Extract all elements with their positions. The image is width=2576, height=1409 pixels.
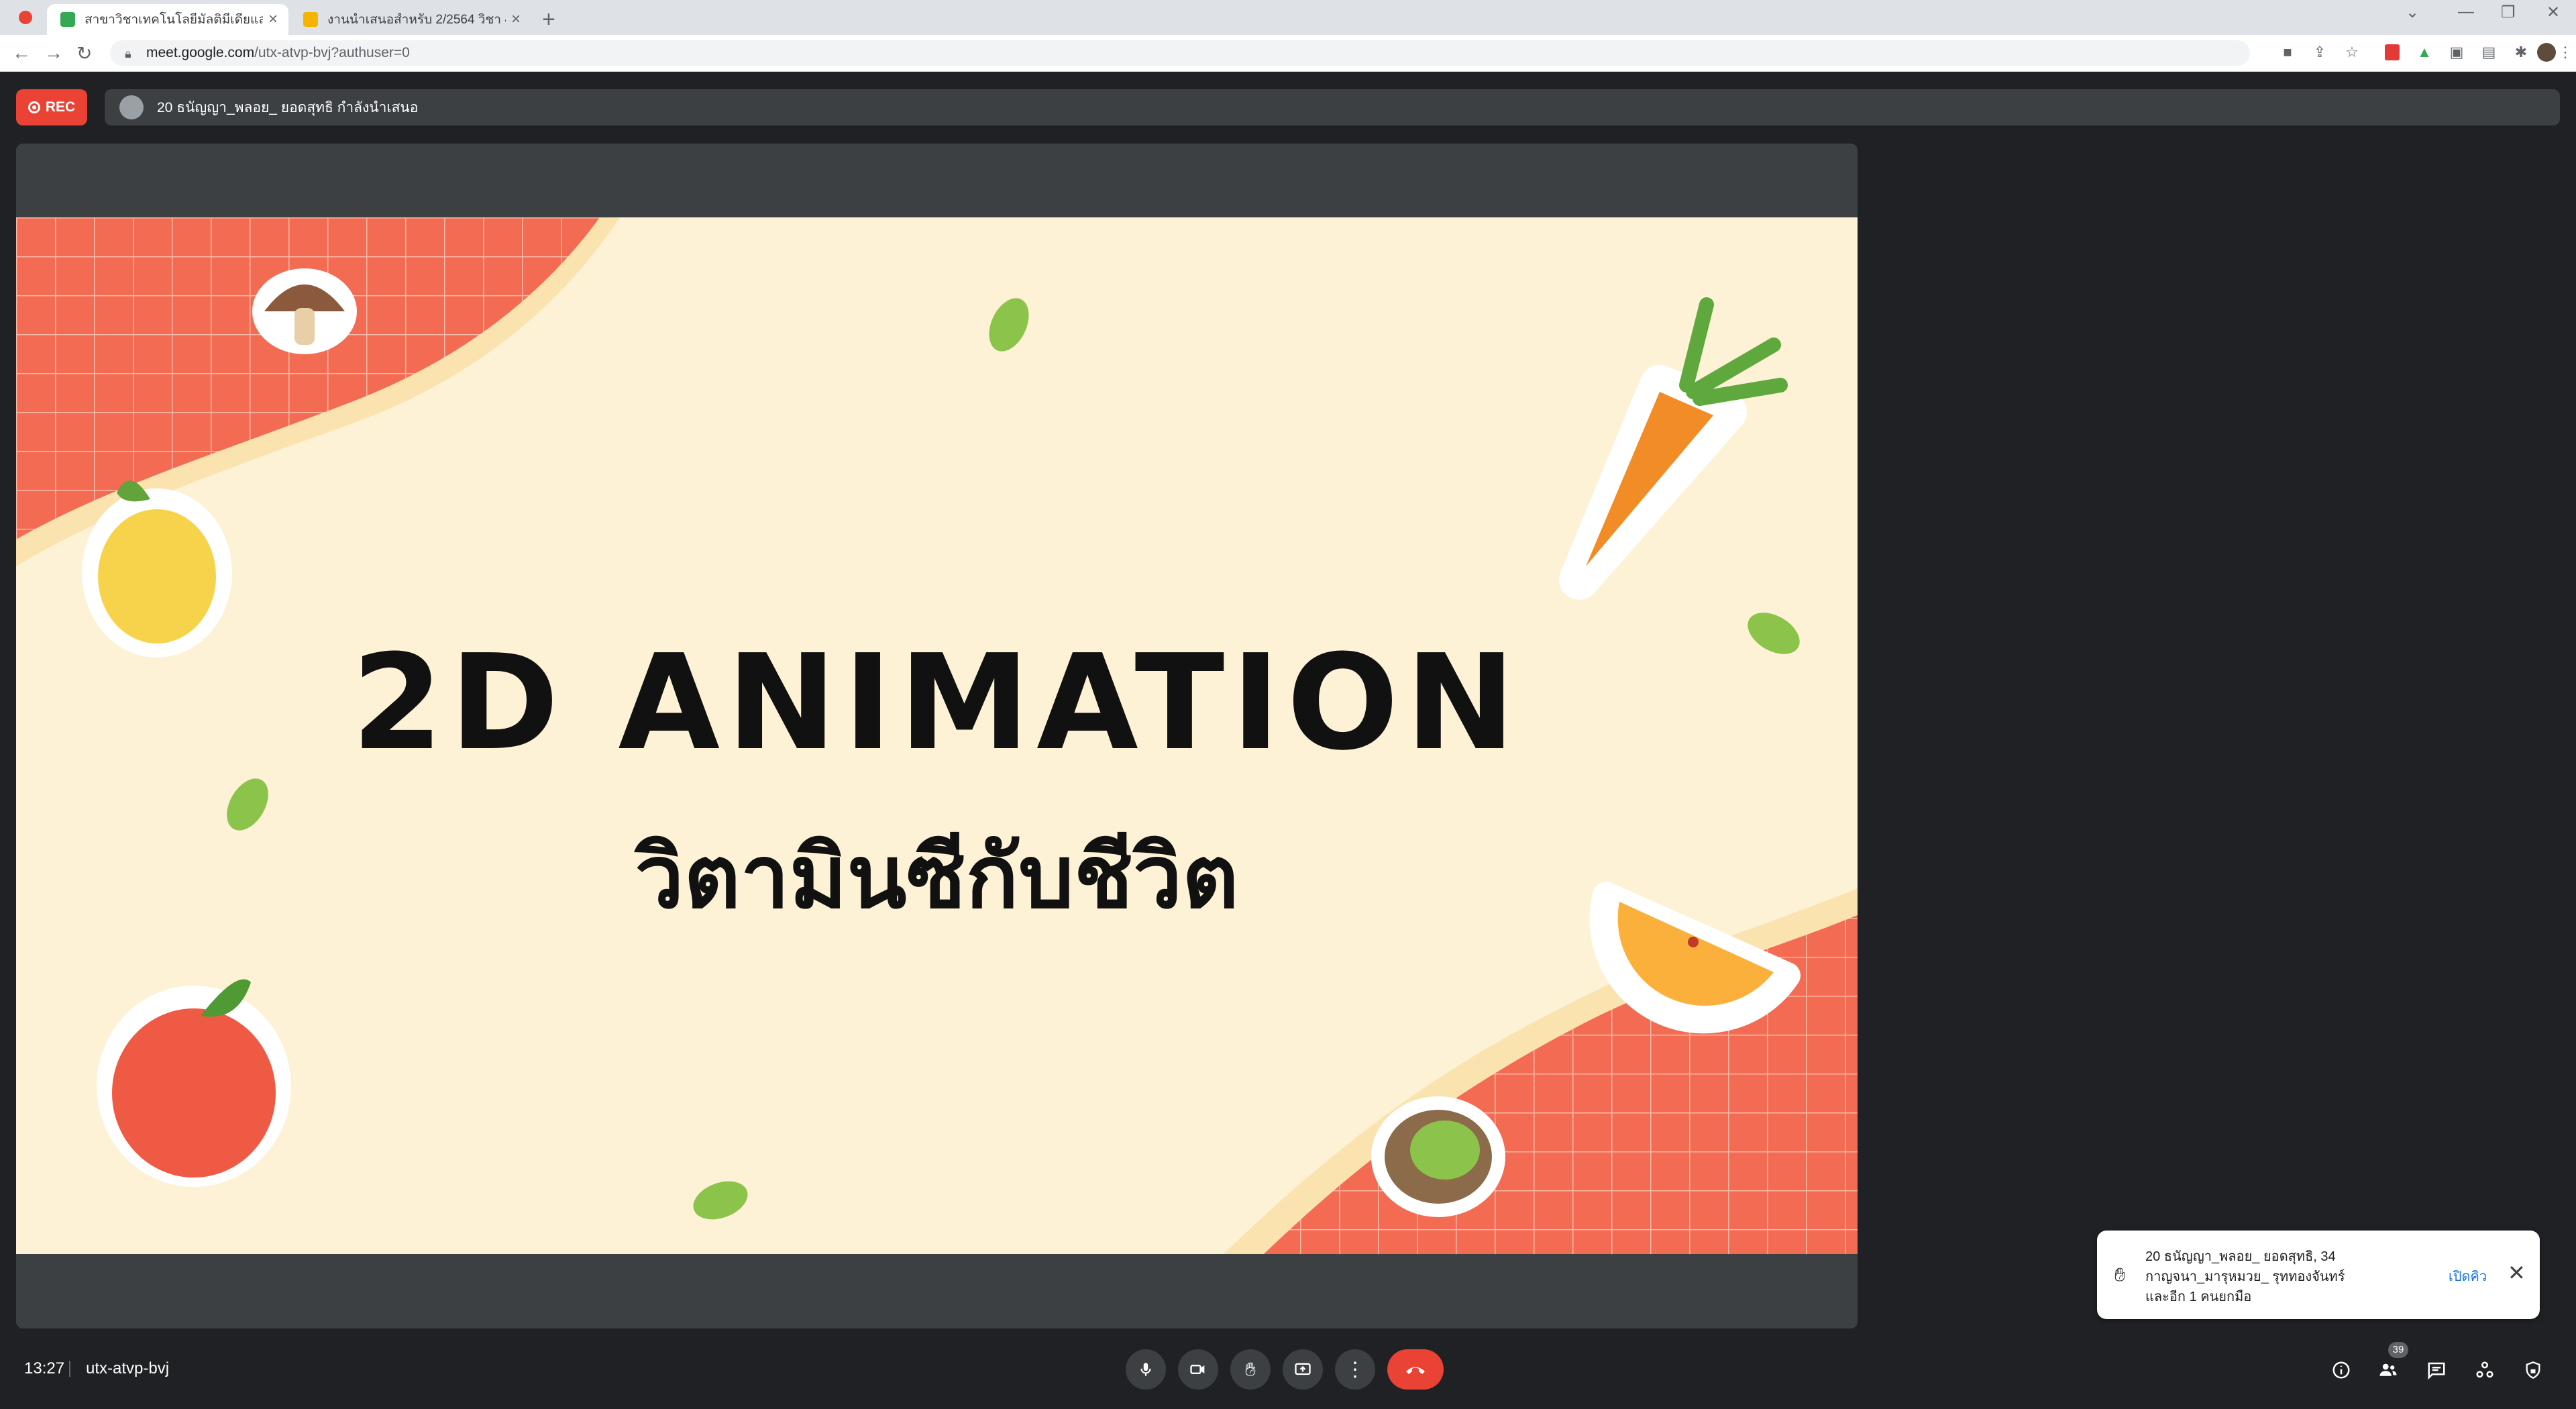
forward-icon[interactable]: →: [44, 42, 63, 64]
chat-button[interactable]: [2423, 1357, 2450, 1384]
address-bar[interactable]: 🔒︎ meet.google.com/utx-atvp-bvj?authuser…: [110, 40, 2250, 66]
present-screen-icon: [1295, 1363, 1311, 1375]
rec-label: REC: [45, 99, 76, 115]
camera-icon: [1190, 1365, 1205, 1374]
presentation-stage[interactable]: 20 ธนัญญา_พล...34 กาญจนา_มารุ...ผ.ธรรมนั…: [16, 144, 1858, 1328]
record-icon: [28, 101, 40, 113]
bookmark-star-icon[interactable]: ☆: [2341, 42, 2363, 63]
leave-call-button[interactable]: [1387, 1349, 1444, 1390]
end-call-icon: [1406, 1367, 1425, 1374]
slide-title: 2D ANIMATION: [352, 627, 1522, 780]
kiwi-sticker-icon: [1371, 1096, 1505, 1217]
presenter-banner: 20 ธนัญญา_พลอย_ ยอดสุทธิ กำลังนำเสนอ: [105, 89, 2560, 125]
more-vert-icon: ⋮: [1345, 1358, 1365, 1381]
raise-hand-button[interactable]: ✋︎: [1230, 1349, 1271, 1390]
tab-title: งานนำเสนอสำหรับ 2/2564 วิชา 43: [327, 13, 506, 27]
activities-icon: [2476, 1361, 2493, 1378]
browser-tab-2[interactable]: งานนำเสนอสำหรับ 2/2564 วิชา 43 ×: [290, 4, 531, 35]
info-icon: [2332, 1361, 2350, 1379]
apple-sticker-icon: [97, 979, 291, 1187]
microphone-button[interactable]: [1126, 1349, 1166, 1390]
chat-icon: [2428, 1362, 2445, 1380]
close-notification-icon[interactable]: ✕: [2508, 1260, 2526, 1286]
restore-icon[interactable]: ❐: [2501, 3, 2516, 22]
browser-menu-icon[interactable]: ⋮: [2555, 42, 2576, 63]
shared-slide: 20 ธนัญญา_พล...34 กาญจนา_มารุ...ผ.ธรรมนั…: [16, 217, 1858, 1254]
recording-indicator-icon: [19, 11, 32, 24]
slide-subtitle: วิตามินซีกับชีวิต: [635, 826, 1239, 928]
reload-icon[interactable]: ↻: [76, 42, 92, 64]
mushroom-sticker-icon: [252, 268, 357, 354]
close-tab-icon[interactable]: ×: [506, 10, 526, 29]
raised-hands-notification: ✋︎ 20 ธนัญญา_พลอย_ ยอดสุทธิ, 34 กาญจนา_ม…: [2097, 1231, 2540, 1319]
back-icon[interactable]: ←: [12, 42, 31, 64]
recording-badge: REC: [16, 89, 87, 125]
close-tab-icon[interactable]: ×: [263, 10, 283, 29]
browser-tab-1[interactable]: สาขาวิชาเทคโนโลยีมัลติมีเดียและแอนิเม ×: [47, 4, 288, 35]
shield-lock-icon: [2526, 1361, 2540, 1379]
extension-icon-4[interactable]: ▤: [2478, 42, 2500, 63]
presenter-avatar: [119, 95, 144, 119]
meeting-time: 13:27: [24, 1359, 65, 1377]
carrot-sticker-icon: [1559, 297, 1788, 600]
open-queue-button[interactable]: เปิดคิว: [2449, 1265, 2487, 1287]
site-favicon-icon: [60, 12, 75, 27]
new-tab-icon[interactable]: +: [542, 7, 555, 33]
presenter-text: 20 ธนัญญา_พลอย_ ยอดสุทธิ กำลังนำเสนอ: [157, 99, 419, 115]
extension-icon-3[interactable]: ▣: [2446, 42, 2467, 63]
minimize-icon[interactable]: —: [2458, 3, 2474, 21]
people-button[interactable]: [2375, 1357, 2402, 1384]
camera-in-use-icon[interactable]: ■: [2277, 42, 2298, 63]
meeting-details-button[interactable]: [2328, 1357, 2355, 1384]
address-toolbar: ← → ↻ 🔒︎ meet.google.com/utx-atvp-bvj?au…: [0, 35, 2576, 72]
pdf-extension-icon[interactable]: [2381, 42, 2403, 63]
drive-extension-icon[interactable]: ▲: [2414, 42, 2435, 63]
meeting-code: utx-atvp-bvj: [86, 1359, 170, 1377]
lock-icon: 🔒︎: [125, 47, 131, 60]
more-options-button[interactable]: ⋮: [1335, 1349, 1375, 1390]
tab-search-icon[interactable]: ⌄: [2406, 3, 2419, 22]
divider: [69, 1361, 70, 1377]
tab-title: สาขาวิชาเทคโนโลยีมัลติมีเดียและแอนิเม: [85, 13, 263, 27]
camera-button[interactable]: [1178, 1349, 1218, 1390]
present-now-button[interactable]: [1283, 1349, 1323, 1390]
activities-button[interactable]: [2471, 1357, 2498, 1384]
hand-icon: ✋︎: [1245, 1358, 1256, 1379]
raised-hand-icon: ✋︎: [2114, 1264, 2125, 1285]
browser-tab-bar: สาขาวิชาเทคโนโลยีมัลติมีเดียและแอนิเม × …: [0, 0, 2576, 35]
url-text: meet.google.com/utx-atvp-bvj?authuser=0: [146, 45, 410, 60]
share-icon[interactable]: ⇪: [2309, 42, 2330, 63]
extensions-puzzle-icon[interactable]: ✱: [2510, 42, 2532, 63]
participant-count-badge: 39: [2388, 1342, 2408, 1358]
people-icon: [2379, 1363, 2397, 1376]
slides-favicon-icon: [303, 12, 318, 27]
microphone-icon: [1140, 1363, 1151, 1376]
notification-message: 20 ธนัญญา_พลอย_ ยอดสุทธิ, 34 กาญจนา_มารุ…: [2145, 1249, 2345, 1304]
close-window-icon[interactable]: ✕: [2546, 3, 2560, 22]
host-controls-button[interactable]: [2520, 1357, 2546, 1384]
